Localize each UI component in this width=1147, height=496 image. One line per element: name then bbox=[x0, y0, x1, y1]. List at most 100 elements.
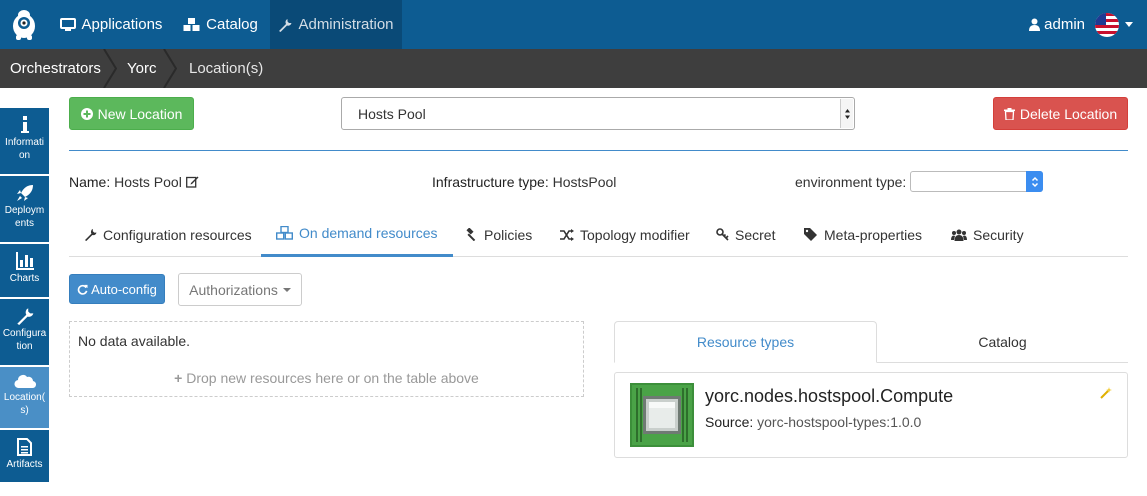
tab-topology-modifier[interactable]: Topology modifier bbox=[560, 212, 690, 257]
alien4cloud-logo-icon[interactable] bbox=[6, 6, 42, 42]
tab-label: Configuration resources bbox=[103, 226, 252, 243]
trash-icon bbox=[1003, 107, 1015, 120]
location-tabs: Configuration resources On demand resour… bbox=[69, 212, 1128, 257]
auto-config-button[interactable]: Auto-config bbox=[69, 274, 165, 304]
location-name-label: Name: bbox=[69, 174, 111, 190]
delete-location-button[interactable]: Delete Location bbox=[993, 97, 1128, 130]
breadcrumb: Orchestrators Yorc Location(s) bbox=[0, 49, 1147, 88]
wrench-icon bbox=[0, 307, 49, 325]
cloud-icon bbox=[0, 373, 49, 389]
sidebar-item-charts[interactable]: Charts bbox=[0, 244, 49, 297]
sidebar-label: Informati bbox=[5, 137, 44, 148]
monitor-icon bbox=[59, 17, 76, 32]
sidebar-label: Deploym bbox=[4, 205, 45, 216]
wrench-icon bbox=[278, 18, 292, 32]
chevron-updown-icon bbox=[1026, 171, 1043, 192]
tab-label: Secret bbox=[735, 226, 776, 243]
sidebar-label: s) bbox=[20, 405, 29, 416]
sidebar-item-deployments[interactable]: Deploym ents bbox=[0, 176, 49, 242]
tab-label: Policies bbox=[484, 226, 533, 243]
tab-label: Topology modifier bbox=[580, 226, 690, 243]
random-icon bbox=[560, 228, 574, 241]
tab-meta-properties[interactable]: Meta-properties bbox=[804, 212, 922, 257]
breadcrumb-separator-icon bbox=[163, 49, 177, 88]
breadcrumb-orchestrators[interactable]: Orchestrators bbox=[10, 49, 101, 88]
drop-hint: + Drop new resources here or on the tabl… bbox=[70, 370, 583, 386]
auto-config-label: Auto-config bbox=[91, 281, 157, 297]
infrastructure-type-label: Infrastructure type: bbox=[432, 174, 549, 190]
cubes-icon bbox=[183, 17, 200, 32]
source-label: Source: bbox=[705, 414, 754, 430]
sidebar-label: Charts bbox=[9, 273, 40, 284]
user-menu[interactable]: admin bbox=[1029, 0, 1133, 49]
sidebar-label: tion bbox=[16, 341, 33, 352]
gavel-icon bbox=[465, 228, 478, 241]
compute-chip-icon bbox=[630, 383, 694, 447]
environment-type-select[interactable] bbox=[910, 171, 1043, 192]
chevron-down-icon bbox=[1125, 22, 1133, 27]
plus-circle-icon bbox=[80, 107, 93, 120]
caret-down-icon bbox=[282, 287, 291, 292]
breadcrumb-locations: Location(s) bbox=[189, 60, 264, 77]
nav-administration[interactable]: Administration bbox=[270, 0, 402, 49]
resource-panel-tabs: Resource types Catalog bbox=[614, 321, 1128, 363]
sidebar-item-locations[interactable]: Location( s) bbox=[0, 367, 49, 428]
tags-icon bbox=[804, 228, 818, 241]
key-icon bbox=[716, 228, 729, 241]
select-stepper-icon bbox=[840, 99, 853, 128]
environment-type-label: environment type: bbox=[795, 174, 907, 190]
source-value: yorc-hostspool-types:1.0.0 bbox=[757, 414, 922, 430]
user-icon bbox=[1029, 18, 1041, 31]
file-icon bbox=[0, 438, 49, 456]
tab-configuration-resources[interactable]: Configuration resources bbox=[84, 212, 252, 257]
authorizations-dropdown[interactable]: Authorizations bbox=[178, 273, 302, 306]
tab-secret[interactable]: Secret bbox=[716, 212, 775, 257]
resource-type-source: Source: yorc-hostspool-types:1.0.0 bbox=[705, 414, 921, 430]
empty-table-text: No data available. bbox=[78, 333, 191, 349]
edit-icon[interactable] bbox=[185, 175, 199, 191]
tab-label: Meta-properties bbox=[824, 226, 923, 243]
refresh-icon bbox=[77, 284, 88, 295]
wrench-icon bbox=[84, 228, 97, 241]
resources-dropzone[interactable]: No data available. + Drop new resources … bbox=[69, 321, 584, 397]
nav-catalog-label: Catalog bbox=[206, 16, 258, 33]
authorizations-label: Authorizations bbox=[189, 281, 278, 298]
location-select-value: Hosts Pool bbox=[358, 105, 426, 122]
tab-resource-types[interactable]: Resource types bbox=[614, 321, 877, 363]
new-location-button[interactable]: New Location bbox=[69, 97, 194, 130]
drop-hint-text: Drop new resources here or on the table … bbox=[186, 370, 479, 386]
tab-label: On demand resources bbox=[299, 225, 438, 241]
bar-chart-icon bbox=[0, 252, 49, 270]
nav-administration-label: Administration bbox=[298, 16, 394, 33]
cubes-icon bbox=[276, 226, 293, 240]
divider bbox=[69, 150, 1128, 151]
tab-on-demand-resources[interactable]: On demand resources bbox=[261, 212, 453, 257]
sidebar-label: on bbox=[18, 150, 31, 161]
sidebar-item-configuration[interactable]: Configura tion bbox=[0, 299, 49, 365]
nav-applications[interactable]: Applications bbox=[52, 0, 170, 49]
info-icon bbox=[0, 116, 49, 134]
delete-location-label: Delete Location bbox=[1019, 105, 1118, 122]
username: admin bbox=[1044, 16, 1085, 33]
tab-security[interactable]: Security bbox=[951, 212, 1024, 257]
sidebar-label: ents bbox=[15, 218, 34, 229]
infrastructure-type: Infrastructure type: HostsPool bbox=[432, 174, 616, 190]
breadcrumb-yorc[interactable]: Yorc bbox=[127, 49, 156, 88]
location-name-value: Hosts Pool bbox=[114, 174, 182, 190]
tab-policies[interactable]: Policies bbox=[465, 212, 532, 257]
rocket-icon bbox=[0, 184, 49, 202]
nav-catalog[interactable]: Catalog bbox=[172, 0, 269, 49]
location-select[interactable]: Hosts Pool bbox=[341, 97, 855, 130]
resource-type-card[interactable]: yorc.nodes.hostspool.Compute Source: yor… bbox=[614, 372, 1128, 458]
sidebar-item-artifacts[interactable]: Artifacts bbox=[0, 430, 49, 482]
magic-wand-icon[interactable] bbox=[1100, 386, 1112, 402]
users-icon bbox=[951, 229, 967, 241]
nav-applications-label: Applications bbox=[81, 16, 163, 33]
location-name: Name: Hosts Pool bbox=[69, 174, 199, 191]
sidebar-item-information[interactable]: Informati on bbox=[0, 108, 49, 174]
tab-catalog[interactable]: Catalog bbox=[877, 321, 1128, 363]
sidebar-label: Artifacts bbox=[6, 459, 43, 470]
us-flag-icon[interactable] bbox=[1095, 12, 1119, 37]
plus-icon: + bbox=[174, 370, 183, 386]
tab-label: Security bbox=[973, 226, 1024, 243]
